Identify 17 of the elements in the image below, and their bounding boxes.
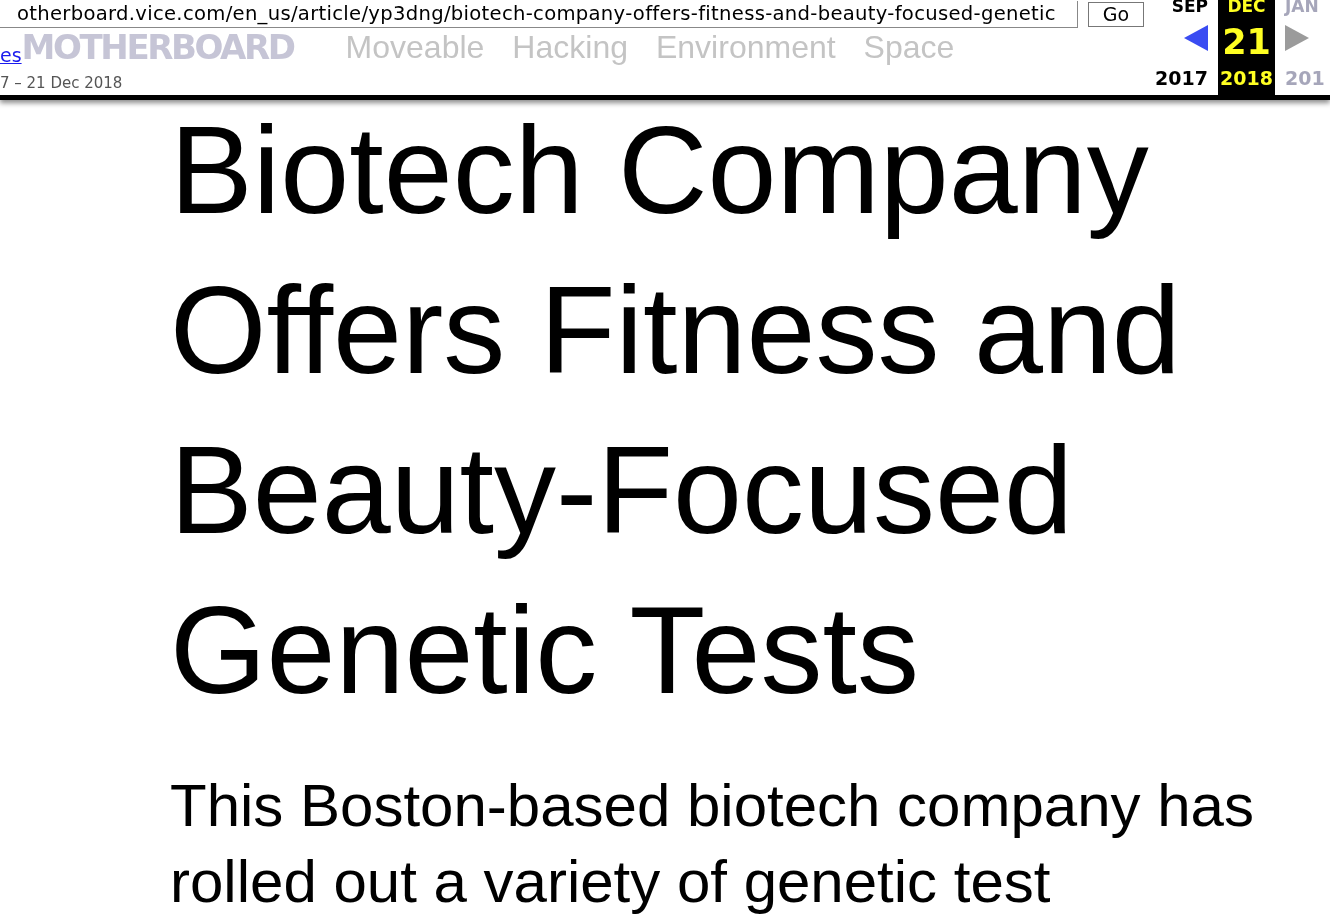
month-label: DEC [1227,0,1266,16]
url-field[interactable]: otherboard.vice.com/en_us/article/yp3dng/biotech-company-offers-fitness-and-beauty-focused-genetic [0,0,1078,28]
faded-logo-text: MOTHERBOARD [21,28,294,66]
month-label: JAN [1285,0,1319,16]
month-column[interactable]: SEP 2017 [1152,0,1212,95]
month-label: SEP [1171,0,1208,16]
article-summary: This Boston-based biotech company has rolled out a variety of genetic test [170,771,1255,917]
capture-date-range: 7 – 21 Dec 2018 [0,75,124,92]
year-label: 201 [1285,67,1325,89]
selected-month-column[interactable]: DEC 21 2018 [1218,0,1275,95]
left-triangle-icon[interactable] [1184,25,1208,51]
article-headline: Biotech Company Offers Fitness and Beauty-Focused Genetic Tests [170,100,1182,721]
day-number: 21 [1222,22,1271,62]
year-label: 2018 [1220,67,1273,89]
go-button[interactable]: Go [1088,1,1144,27]
year-label: 2017 [1155,67,1208,89]
link[interactable]: es [0,44,22,66]
